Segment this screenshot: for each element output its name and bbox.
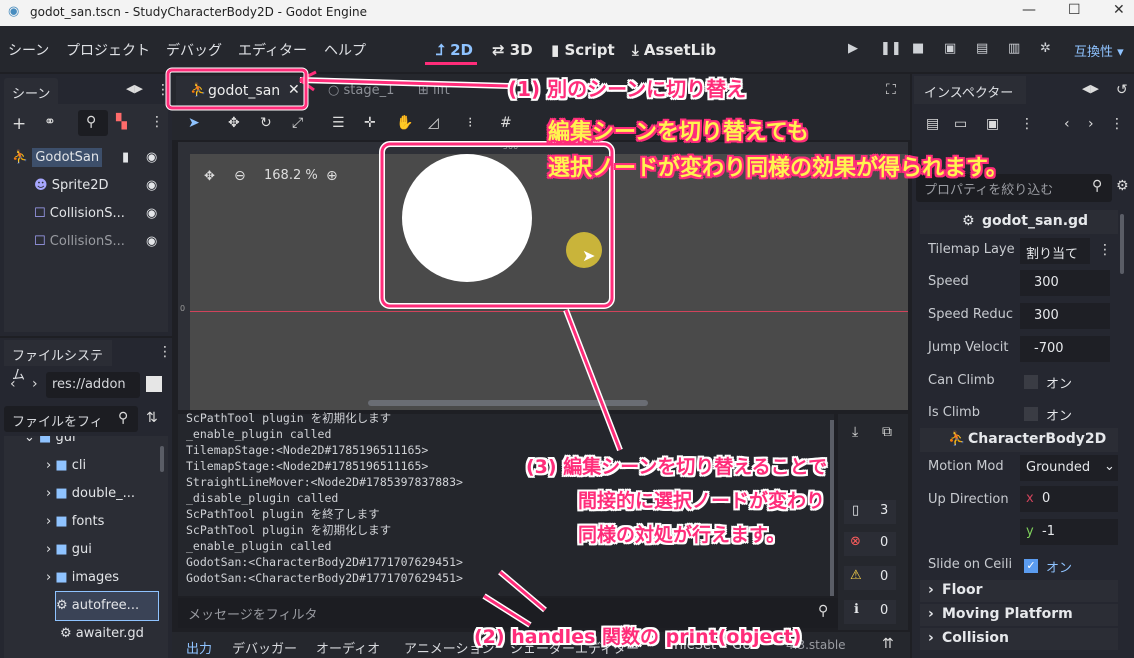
annotation-arrow-2a xyxy=(499,570,546,612)
annotation-3-line2: 間接的に選択ノードが変わり xyxy=(578,490,826,512)
annotation-1: (1) 別のシーンに切り替え xyxy=(508,77,747,101)
annotation-3-line3: 同様の対処が行えます。 xyxy=(578,524,786,546)
annotation-box-tab xyxy=(165,67,309,111)
annotation-big-line2: 選択ノードが変わり同様の効果が得られます。 xyxy=(548,156,1008,181)
annotation-3-line1: (3) 編集シーンを切り替えることで xyxy=(526,456,828,478)
annotation-2: (2) handles 関数の print(object) xyxy=(474,626,802,648)
annotation-big-line1: 編集シーンを切り替えても xyxy=(548,120,809,145)
annotation-arrow-3 xyxy=(564,309,622,451)
annotation-arrow-2b xyxy=(483,594,531,627)
